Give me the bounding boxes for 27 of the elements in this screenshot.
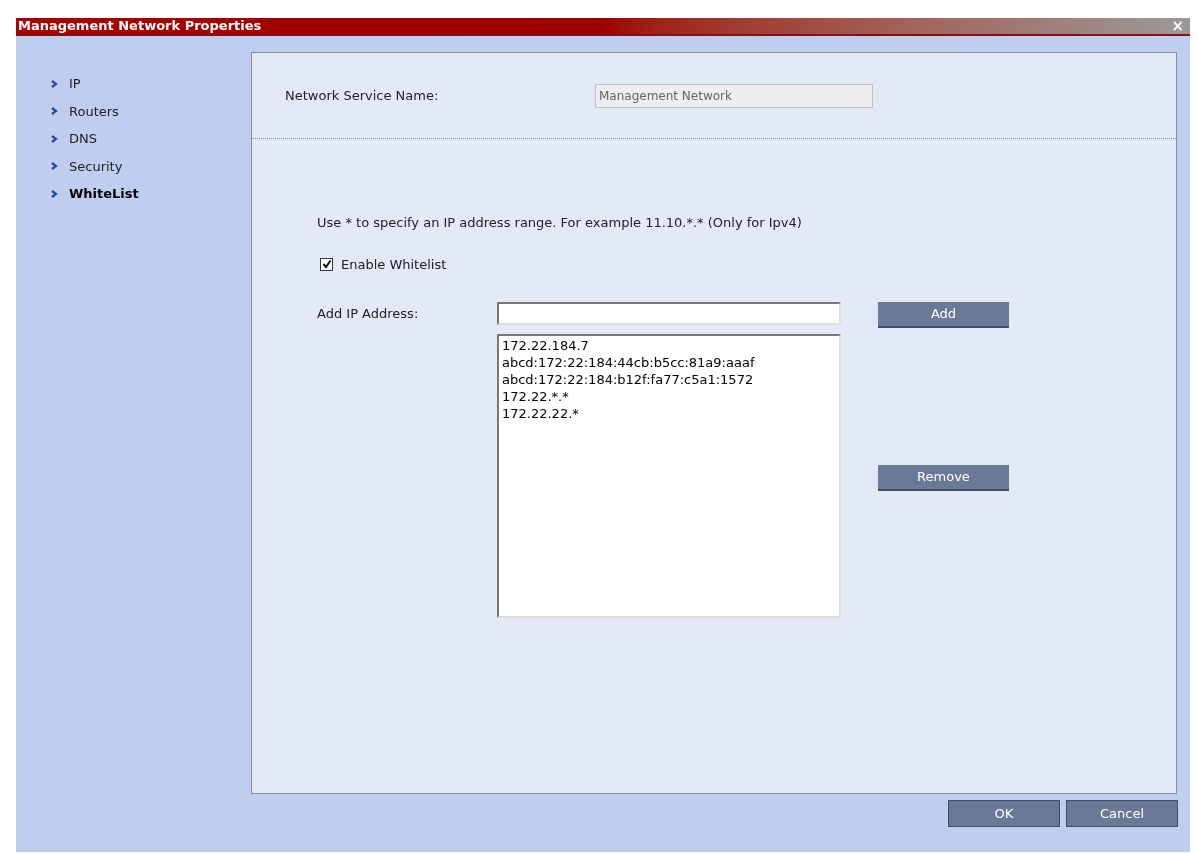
hint-text: Use * to specify an IP address range. For example 11.10.*.* (Only for Ipv4) [317, 214, 803, 232]
chevron-icon [50, 106, 59, 117]
list-item[interactable]: 172.22.*.* [502, 388, 836, 405]
remove-button[interactable]: Remove [878, 465, 1009, 491]
chevron-icon [50, 161, 59, 172]
dialog-button[interactable]: Cancel [1066, 800, 1178, 827]
address-list[interactable]: 172.22.184.7 abcd:172:22:184:44cb:b5cc:81a9:aaaf abcd:172:22:184:b12f:fa77:c5a1:1572 172.22.*.* 172.22.22.* [497, 334, 841, 618]
list-item[interactable]: abcd:172:22:184:44cb:b5cc:81a9:aaaf [502, 354, 836, 371]
chevron-icon [50, 78, 59, 89]
sidebar-item[interactable]: Security [69, 156, 123, 176]
field-label: Network Service Name: [285, 86, 440, 105]
chevron-icon [50, 188, 59, 199]
sidebar-item[interactable]: IP [69, 74, 81, 94]
chevron-icon [50, 133, 59, 144]
add-button[interactable]: Add [878, 302, 1009, 328]
dialog-button[interactable]: OK [948, 800, 1060, 827]
list-item[interactable]: abcd:172:22:184:b12f:fa77:c5a1:1572 [502, 371, 836, 388]
sidebar-item[interactable]: Routers [69, 101, 119, 121]
checkbox[interactable] [320, 257, 333, 271]
list-item[interactable]: 172.22.184.7 [502, 337, 836, 354]
field-label: Add IP Address: [317, 305, 420, 323]
list-item[interactable]: 172.22.22.* [502, 405, 836, 422]
sidebar-item[interactable]: DNS [69, 129, 97, 149]
ip-address-field[interactable] [497, 302, 841, 325]
sidebar-item[interactable]: WhiteList [69, 184, 139, 204]
checkbox-label: Enable Whitelist [341, 255, 447, 274]
window-title: Management Network Properties [17, 17, 263, 36]
